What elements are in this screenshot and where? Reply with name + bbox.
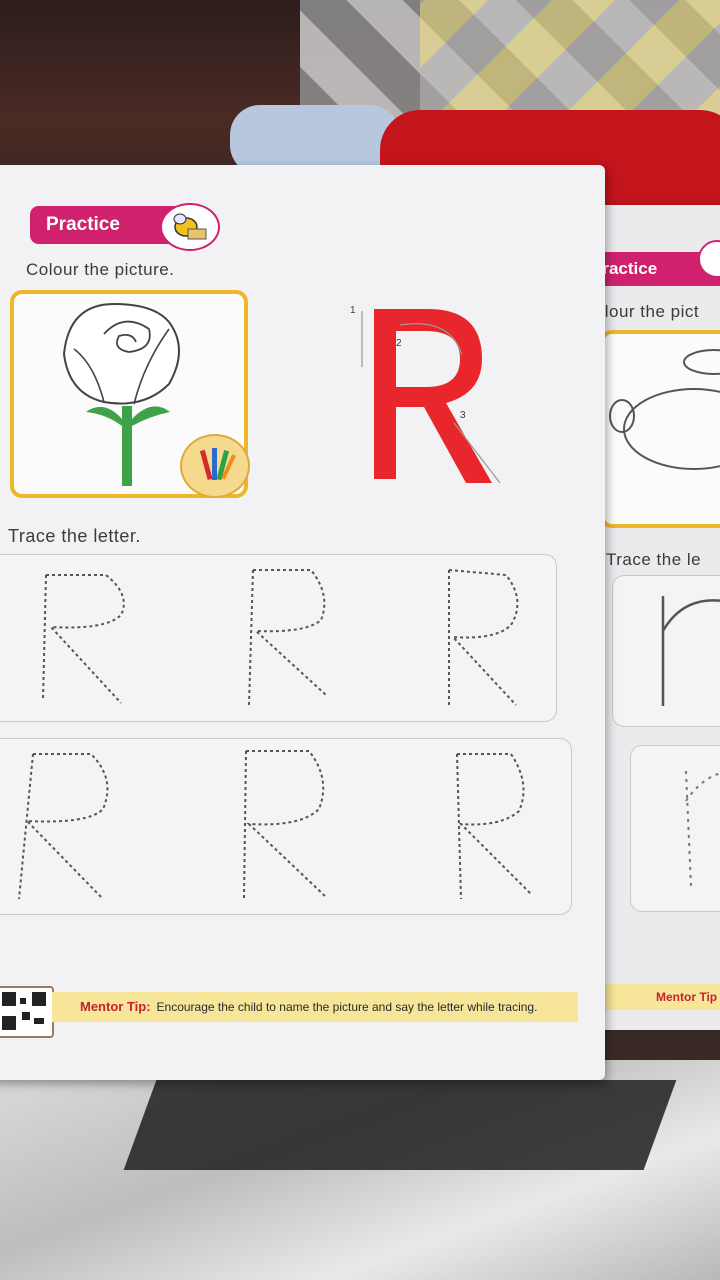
mentor-tip-text: Encourage the child to name the picture … — [156, 1000, 538, 1014]
right-trace-instruction: Trace the le — [606, 550, 702, 569]
mentor-tip-bar: Mentor Tip: Encourage the child to name t… — [52, 992, 578, 1022]
paintbrush-icon — [180, 434, 250, 498]
right-mentor-tip-label: Mentor Tip — [604, 984, 720, 1010]
trace-letters-row-1 — [42, 569, 519, 706]
right-trace-box-2 — [630, 745, 720, 912]
bunny-drawing — [609, 349, 720, 470]
stroke-number-3: 3 — [460, 410, 467, 421]
right-trace-letter-1 — [661, 596, 720, 706]
right-trace-letter-2 — [685, 770, 720, 887]
stroke-number-1: 1 — [350, 305, 357, 316]
trace-instruction: Trace the letter. — [8, 526, 141, 546]
big-letter-r — [361, 309, 501, 484]
bee-mascot-icon — [160, 203, 220, 251]
background-dark-fold — [123, 1080, 677, 1170]
trace-row-1 — [0, 554, 557, 722]
right-trace-box-1 — [612, 575, 720, 727]
mentor-tip-label: Mentor Tip: — [80, 999, 151, 1014]
colour-instruction: Colour the picture. — [26, 260, 175, 279]
right-picture-frame — [600, 330, 720, 528]
trace-letters-row-2 — [18, 750, 532, 900]
trace-row-2 — [0, 738, 572, 915]
stroke-number-2: 2 — [396, 338, 403, 349]
qr-code — [0, 986, 54, 1038]
photo-scene: Practice Colour the pict Trace the le Me… — [0, 0, 720, 1280]
